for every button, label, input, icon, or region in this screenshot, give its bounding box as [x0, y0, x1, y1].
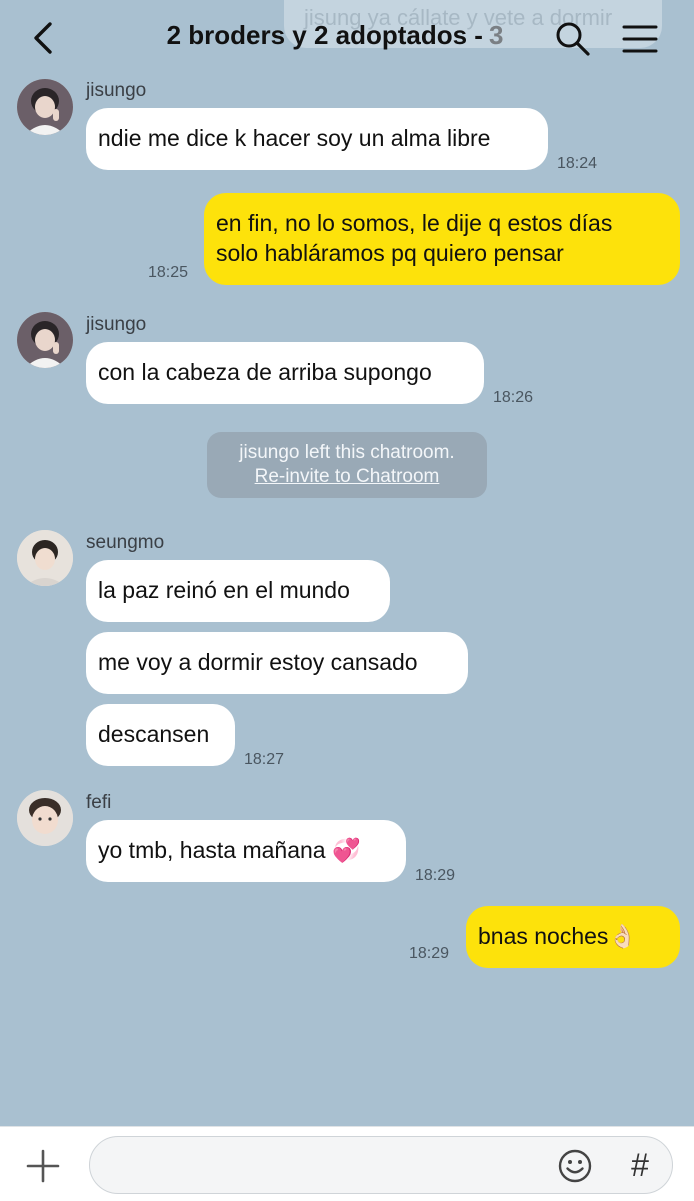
- message-time: 18:26: [493, 389, 534, 406]
- message-bubble[interactable]: me voy a dormir estoy cansado: [86, 632, 468, 694]
- message-time: 18:29: [409, 945, 450, 962]
- avatar-image: [17, 312, 73, 368]
- message-time: 18:25: [148, 264, 189, 281]
- member-count: 3: [488, 20, 504, 50]
- chat-title-text: 2 broders y 2 adoptados -: [166, 20, 483, 50]
- attach-button[interactable]: [24, 1147, 62, 1185]
- hamburger-menu-icon: [622, 25, 658, 53]
- chevron-left-icon: [34, 22, 52, 54]
- avatar-jisungo[interactable]: [17, 312, 73, 368]
- avatar-jisungo[interactable]: [17, 79, 73, 135]
- sender-name: jisungo: [86, 314, 147, 335]
- avatar-image: [17, 790, 73, 846]
- avatar-image: [17, 79, 73, 135]
- message-time: 18:27: [244, 751, 285, 768]
- avatar-image: [17, 530, 73, 586]
- message-input[interactable]: [110, 1149, 554, 1183]
- avatar-fefi[interactable]: [17, 790, 73, 846]
- avatar-seungmo[interactable]: [17, 530, 73, 586]
- chat-header: jisung ya cállate y vete a dormir 2 brod…: [0, 0, 694, 76]
- message-bubble[interactable]: con la cabeza de arriba supongo: [86, 342, 484, 404]
- message-bubble[interactable]: la paz reinó en el mundo: [86, 560, 390, 622]
- plus-icon: [26, 1149, 60, 1183]
- hashtag-button[interactable]: #: [625, 1145, 655, 1185]
- search-button[interactable]: [554, 20, 592, 58]
- message-bubble[interactable]: ndie me dice k hacer soy un alma libre: [86, 108, 548, 170]
- system-notice-text: jisungo left this chatroom.: [239, 442, 455, 463]
- chat-title: 2 broders y 2 adoptados -3: [110, 20, 560, 51]
- sender-name: fefi: [86, 792, 112, 813]
- my-message-bubble[interactable]: en fin, no lo somos, le dije q estos día…: [204, 193, 680, 285]
- message-input-bar: #: [0, 1126, 694, 1201]
- search-icon: [556, 22, 590, 56]
- message-bubble[interactable]: yo tmb, hasta mañana 💞: [86, 820, 406, 882]
- emoji-button[interactable]: [556, 1147, 594, 1185]
- message-bubble[interactable]: descansen: [86, 704, 235, 766]
- sender-name: jisungo: [86, 80, 147, 101]
- menu-button[interactable]: [620, 22, 660, 56]
- system-notice: jisungo left this chatroom. Re-invite to…: [207, 432, 487, 498]
- back-button[interactable]: [26, 18, 62, 58]
- message-field[interactable]: #: [89, 1136, 673, 1194]
- reinvite-link[interactable]: Re-invite to Chatroom: [207, 465, 487, 489]
- emoji-icon: [558, 1149, 592, 1183]
- sender-name: seungmo: [86, 532, 165, 553]
- message-time: 18:24: [557, 155, 598, 172]
- my-message-bubble[interactable]: bnas noches👌🏻: [466, 906, 680, 968]
- message-time: 18:29: [415, 867, 456, 884]
